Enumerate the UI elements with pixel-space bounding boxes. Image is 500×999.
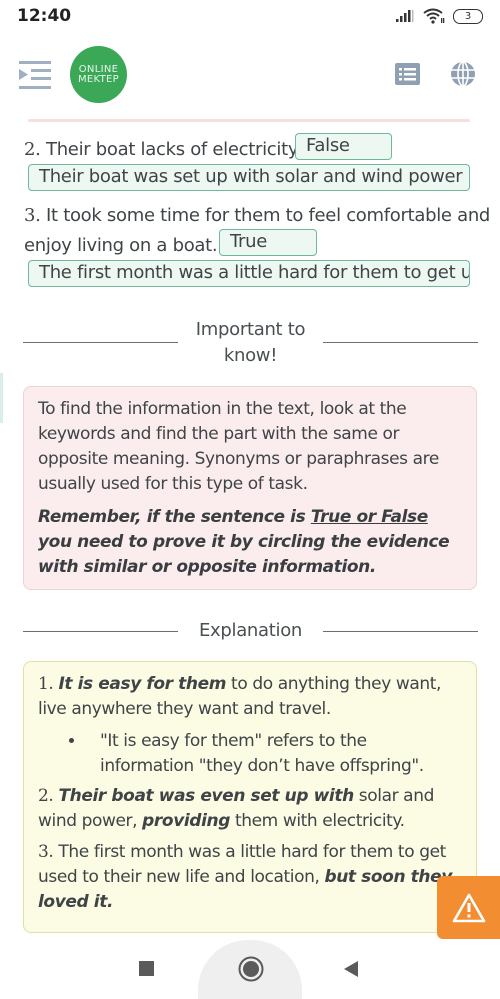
explanation-item-1: 1. It is easy for them to do anything th… bbox=[38, 672, 462, 722]
battery-level: 3 bbox=[464, 10, 472, 22]
status-bar: 12:40 3 bbox=[0, 0, 500, 34]
question-number: 2. bbox=[24, 139, 41, 160]
item-emphasis: Their boat was even set up with bbox=[58, 786, 354, 806]
report-warning-button[interactable] bbox=[437, 876, 500, 939]
online-mektep-logo[interactable]: ONLINE MEKTEP bbox=[70, 46, 127, 103]
side-tab[interactable] bbox=[0, 373, 3, 423]
important-body: To find the information in the text, loo… bbox=[38, 399, 439, 494]
menu-indent-icon[interactable] bbox=[19, 60, 51, 90]
item-emphasis: providing bbox=[142, 811, 230, 831]
remember-pre: Remember, if the sentence is bbox=[38, 507, 311, 527]
divider-left bbox=[23, 342, 178, 343]
home-button[interactable] bbox=[238, 956, 264, 982]
evidence-text: Their boat was set up with solar and win… bbox=[39, 166, 470, 187]
answer-select-q2[interactable]: False bbox=[295, 133, 392, 160]
explanation-item-3: 3. The first month was a little hard for… bbox=[38, 840, 462, 915]
section-top-border bbox=[28, 119, 470, 122]
item-text: them with electricity. bbox=[229, 811, 405, 831]
important-remember: Remember, if the sentence is True or Fal… bbox=[38, 505, 462, 580]
evidence-text: The first month was a little hard for th… bbox=[39, 262, 470, 283]
question-number: 3. bbox=[24, 205, 41, 226]
status-icons: 3 bbox=[395, 8, 483, 24]
answer-select-q3[interactable]: True bbox=[219, 229, 317, 256]
item-number: 1. bbox=[38, 674, 54, 694]
explanation-box: 1. It is easy for them to do anything th… bbox=[23, 661, 477, 933]
answer-value: False bbox=[306, 135, 350, 156]
clock: 12:40 bbox=[17, 6, 72, 26]
important-heading-line1: Important to bbox=[195, 319, 306, 340]
divider-right bbox=[323, 631, 478, 632]
question-3-continued: enjoy living on a boat. bbox=[24, 232, 218, 259]
explanation-heading: Explanation bbox=[198, 620, 303, 641]
question-text-line1: It took some time for them to feel comfo… bbox=[40, 205, 491, 226]
important-info-box: To find the information in the text, loo… bbox=[23, 386, 477, 590]
recents-button[interactable] bbox=[139, 961, 154, 976]
evidence-field-q2[interactable]: Their boat was set up with solar and win… bbox=[28, 164, 470, 191]
question-2: 2. Their boat lacks of electricity. bbox=[24, 136, 301, 163]
list-icon[interactable] bbox=[395, 63, 420, 85]
question-text: Their boat lacks of electricity. bbox=[40, 139, 302, 160]
logo-line2: MEKTEP bbox=[78, 73, 119, 85]
remember-post: you need to prove it by circling the evi… bbox=[38, 532, 450, 577]
item-number: 2. bbox=[38, 786, 54, 806]
answer-value: True bbox=[230, 231, 268, 252]
wifi-icon bbox=[423, 8, 445, 24]
evidence-field-q3[interactable]: The first month was a little hard for th… bbox=[28, 260, 470, 287]
battery-icon: 3 bbox=[453, 8, 483, 24]
divider-left bbox=[23, 631, 178, 632]
explanation-bullet: "It is easy for them" refers to the info… bbox=[86, 729, 462, 779]
divider-right bbox=[323, 342, 478, 343]
back-button[interactable] bbox=[344, 961, 358, 977]
signal-icon bbox=[396, 10, 414, 22]
item-number: 3. bbox=[38, 842, 54, 862]
item-emphasis: It is easy for them bbox=[58, 674, 227, 694]
important-heading: Important to know! bbox=[178, 317, 323, 369]
warning-icon bbox=[452, 893, 485, 922]
explanation-item-2: 2. Their boat was even set up with solar… bbox=[38, 784, 462, 834]
remember-underlined: True or False bbox=[310, 507, 428, 527]
question-3: 3. It took some time for them to feel co… bbox=[24, 202, 490, 229]
explanation-item-1-notes: "It is easy for them" refers to the info… bbox=[38, 729, 462, 779]
question-text-line2: enjoy living on a boat. bbox=[24, 235, 218, 256]
important-heading-line2: know! bbox=[223, 345, 278, 366]
logo-line1: ONLINE bbox=[78, 63, 119, 75]
globe-icon[interactable] bbox=[450, 61, 476, 87]
